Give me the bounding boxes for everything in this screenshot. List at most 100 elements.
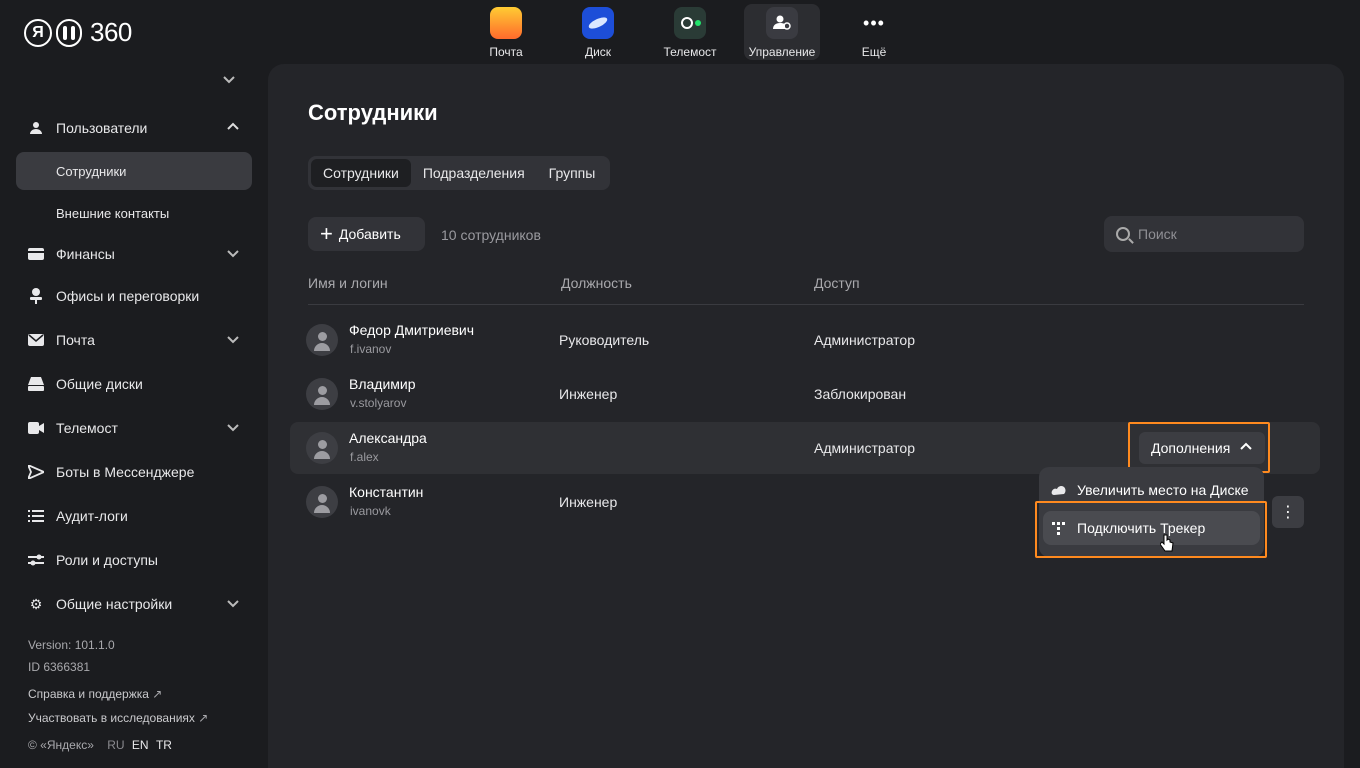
app-mail[interactable]: Почта	[468, 4, 544, 60]
user-position: Инженер	[559, 494, 618, 510]
highlight-frame	[1128, 422, 1270, 473]
search-box[interactable]	[1104, 216, 1304, 252]
search-icon	[1116, 227, 1130, 241]
management-icon	[766, 7, 798, 39]
sidebar-item-finance[interactable]: Финансы	[16, 235, 252, 273]
column-header-name: Имя и логин	[308, 275, 388, 291]
double-circle-logo-icon	[56, 18, 82, 47]
sidebar: Пользователи Сотрудники Внешние контакты…	[0, 64, 268, 768]
column-header-access: Доступ	[814, 275, 860, 291]
sidebar-item-label: Аудит-логи	[56, 508, 128, 524]
row-more-button[interactable]: ⋮	[1272, 496, 1304, 528]
user-access: Администратор	[814, 332, 916, 348]
logo-number: 360	[90, 17, 132, 47]
help-link-label: Справка и поддержка	[28, 687, 149, 701]
search-input[interactable]	[1138, 226, 1288, 242]
footer-copyright-langs: © «Яндекс» RU EN TR	[28, 738, 172, 752]
sliders-icon	[28, 552, 44, 568]
sidebar-item-telemost[interactable]: Телемост	[16, 409, 252, 447]
sidebar-item-employees[interactable]: Сотрудники	[16, 152, 252, 190]
tabs: Сотрудники Подразделения Группы	[308, 156, 611, 190]
lang-ru[interactable]: RU	[107, 738, 124, 752]
user-login: v.stolyarov	[350, 396, 407, 410]
hand-cursor-icon	[1159, 534, 1174, 557]
avatar	[306, 378, 338, 410]
sidebar-item-label: Сотрудники	[56, 163, 127, 179]
main-panel: Сотрудники Сотрудники Подразделения Груп…	[268, 64, 1344, 768]
sidebar-item-label: Общие диски	[56, 376, 143, 392]
table-row[interactable]: Федор Дмитриевич f.ivanov Руководитель А…	[290, 314, 1320, 366]
user-login: f.ivanov	[350, 342, 392, 356]
disk-cloud-icon	[1051, 482, 1067, 498]
gear-icon: ⚙	[29, 595, 43, 612]
chevron-up-icon	[226, 120, 240, 137]
add-button[interactable]: + Добавить	[308, 217, 425, 251]
top-bar: Я 360 Почта Диск Телемост Управление •••…	[0, 0, 1360, 64]
more-dots-icon: •••	[863, 12, 885, 33]
telemost-icon	[674, 7, 706, 39]
collapse-chevron-icon[interactable]	[222, 72, 242, 92]
research-link[interactable]: Участвовать в исследованиях ↗	[28, 711, 208, 725]
app-telemost[interactable]: Телемост	[652, 4, 728, 60]
envelope-icon	[28, 332, 44, 348]
lang-en[interactable]: EN	[132, 738, 149, 752]
ya-logo-icon: Я	[24, 18, 52, 47]
yandex-360-logo[interactable]: Я 360	[24, 17, 132, 48]
sidebar-item-label: Роли и доступы	[56, 552, 158, 568]
send-icon	[28, 464, 44, 480]
plus-icon: +	[320, 221, 333, 246]
table-row[interactable]: Владимир v.stolyarov Инженер Заблокирова…	[290, 368, 1320, 420]
app-label: Управление	[748, 45, 816, 59]
app-label: Ещё	[861, 45, 887, 59]
sidebar-item-roles[interactable]: Роли и доступы	[16, 541, 252, 579]
employee-count: 10 сотрудников	[441, 227, 541, 243]
sidebar-item-label: Офисы и переговорки	[56, 288, 200, 304]
card-icon	[28, 246, 44, 262]
org-id-text: ID 6366381	[28, 660, 91, 674]
sidebar-item-shared-drives[interactable]: Общие диски	[16, 365, 252, 403]
drive-icon	[28, 376, 44, 392]
app-more[interactable]: ••• Ещё	[836, 4, 912, 60]
app-management[interactable]: Управление	[744, 4, 820, 60]
menu-item-label: Увеличить место на Диске	[1077, 482, 1249, 498]
sidebar-item-settings[interactable]: ⚙ Общие настройки	[16, 585, 252, 623]
user-name: Владимир	[349, 376, 416, 392]
lang-tr[interactable]: TR	[156, 738, 172, 752]
chevron-down-icon	[226, 332, 240, 349]
tab-departments[interactable]: Подразделения	[411, 159, 537, 187]
chevron-down-icon	[226, 246, 240, 263]
sidebar-item-users[interactable]: Пользователи	[16, 109, 252, 147]
user-position: Инженер	[559, 386, 618, 402]
sidebar-item-label: Телемост	[56, 420, 118, 436]
column-header-position: Должность	[561, 275, 632, 291]
external-link-icon: ↗	[198, 711, 209, 725]
tab-employees[interactable]: Сотрудники	[311, 159, 411, 187]
sidebar-item-bots[interactable]: Боты в Мессенджере	[16, 453, 252, 491]
sidebar-item-label: Почта	[56, 332, 95, 348]
app-disk[interactable]: Диск	[560, 4, 636, 60]
sidebar-item-offices[interactable]: Офисы и переговорки	[16, 277, 252, 315]
sidebar-item-audit-logs[interactable]: Аудит-логи	[16, 497, 252, 535]
chevron-down-icon	[226, 420, 240, 437]
sidebar-item-label: Боты в Мессенджере	[56, 464, 195, 480]
sidebar-item-mail[interactable]: Почта	[16, 321, 252, 359]
help-link[interactable]: Справка и поддержка ↗	[28, 687, 162, 701]
chair-icon	[28, 288, 44, 304]
external-link-icon: ↗	[152, 687, 163, 701]
research-link-label: Участвовать в исследованиях	[28, 711, 195, 725]
avatar	[306, 324, 338, 356]
app-label: Телемост	[663, 45, 717, 59]
add-button-label: Добавить	[338, 226, 401, 242]
sidebar-item-label: Пользователи	[56, 120, 148, 136]
tab-groups[interactable]: Группы	[537, 159, 608, 187]
user-position: Руководитель	[559, 332, 650, 348]
user-name: Константин	[349, 484, 424, 500]
sidebar-item-label: Финансы	[56, 246, 115, 262]
user-name: Федор Дмитриевич	[349, 322, 475, 338]
list-icon	[28, 508, 44, 524]
user-name: Александра	[349, 430, 427, 446]
sidebar-item-external-contacts[interactable]: Внешние контакты	[16, 194, 252, 232]
kebab-icon: ⋮	[1280, 504, 1296, 521]
user-access: Заблокирован	[814, 386, 907, 402]
sidebar-item-label: Внешние контакты	[56, 205, 170, 221]
